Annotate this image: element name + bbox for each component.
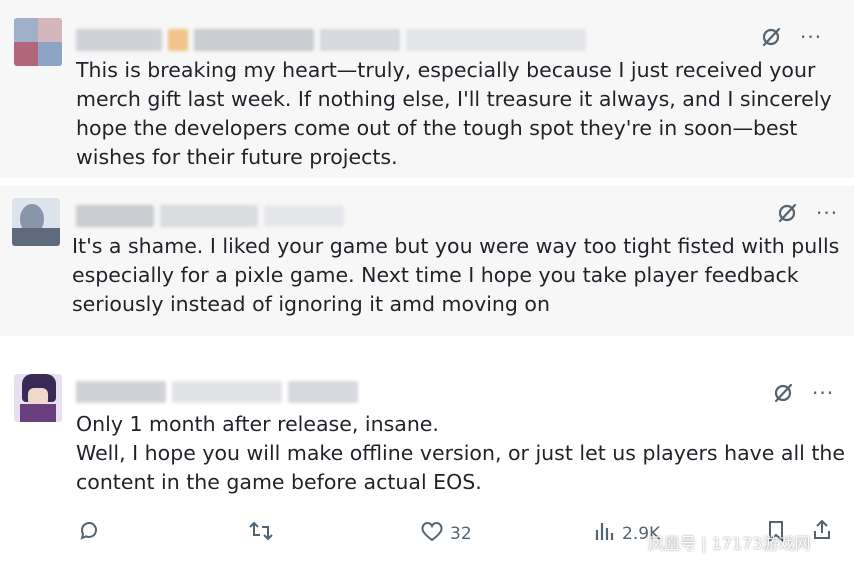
reply-button[interactable] [78,520,100,547]
more-icon[interactable]: ··· [800,27,822,47]
reply-text: This is breaking my heart—truly, especia… [76,58,832,169]
avatar[interactable] [12,198,60,246]
like-button[interactable]: 32 [420,520,472,547]
reply-card-2[interactable]: ··· It's a shame. I liked your game but … [0,186,854,336]
grok-icon[interactable] [776,202,798,224]
blurred-username [76,28,586,52]
share-button[interactable] [812,518,832,545]
grok-icon[interactable] [760,26,782,48]
share-icon [812,518,832,545]
reply-card-1[interactable]: ··· This is breaking my heart—truly, esp… [0,0,854,178]
views-icon [594,520,616,547]
repost-icon [248,520,274,547]
more-icon[interactable]: ··· [816,203,838,223]
repost-button[interactable] [248,520,274,547]
grok-icon[interactable] [772,382,794,404]
blurred-username [76,204,344,228]
avatar[interactable] [14,18,62,66]
blurred-username [76,380,358,404]
like-count: 32 [450,523,472,544]
reply-icon [78,520,100,547]
more-icon[interactable]: ··· [812,383,834,403]
watermark: 凤凰号 | 17173游戏网 [648,534,811,553]
reply-text: It's a shame. I liked your game but you … [72,234,840,316]
reply-text: Only 1 month after release, insane. Well… [76,412,846,494]
avatar[interactable] [14,374,62,422]
like-icon [420,520,444,547]
